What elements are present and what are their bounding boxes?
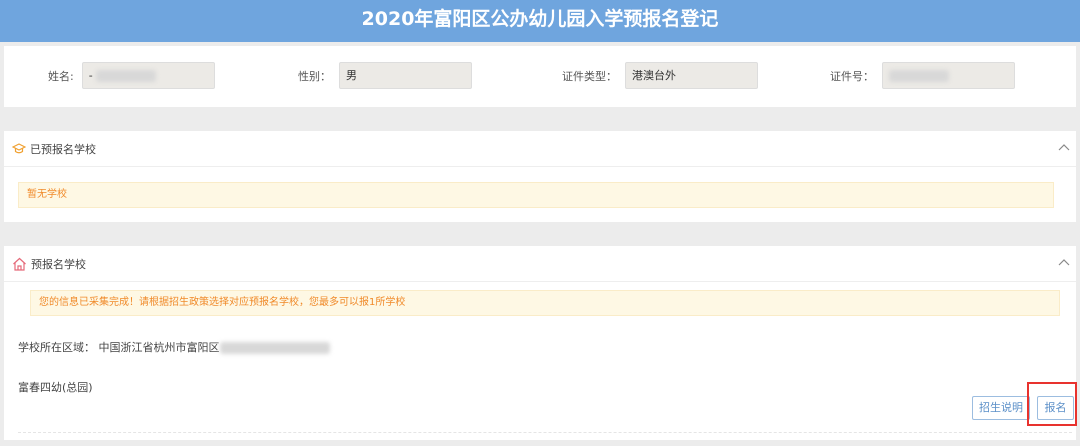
region-label: 学校所在区域：	[18, 341, 95, 354]
highlight-box	[1027, 382, 1077, 426]
admission-info-button[interactable]: 招生说明	[972, 396, 1030, 420]
name-input[interactable]: -	[81, 62, 215, 89]
redacted-mask	[889, 70, 949, 82]
name-field: 姓名: -	[48, 62, 215, 89]
redacted-mask	[96, 70, 157, 82]
apply-schools-panel: 预报名学校 您的信息已采集完成！请根据招生政策选择对应预报名学校，您最多可以报1…	[4, 246, 1076, 440]
name-label: 姓名:	[48, 69, 74, 83]
home-icon	[13, 257, 26, 271]
school-name: 富春四幼(总园)	[18, 381, 93, 394]
chevron-up-icon[interactable]	[1058, 258, 1070, 266]
panel-title: 已预报名学校	[30, 142, 96, 156]
id-number-input[interactable]	[882, 62, 1015, 89]
graduation-cap-icon	[12, 142, 26, 153]
divider	[18, 432, 1072, 433]
name-value: -	[88, 69, 93, 82]
redacted-mask	[219, 342, 330, 354]
panel-header: 已预报名学校	[4, 131, 1076, 167]
page-title: 2020年富阳区公办幼儿园入学预报名登记	[361, 8, 719, 30]
id-type-input[interactable]: 港澳台外	[625, 62, 758, 89]
panel-title: 预报名学校	[31, 257, 86, 271]
registered-schools-panel: 已预报名学校 暂无学校	[4, 131, 1076, 222]
id-type-field: 证件类型： 港澳台外	[562, 62, 758, 89]
info-notice: 您的信息已采集完成！请根据招生政策选择对应预报名学校，您最多可以报1所学校	[30, 290, 1060, 316]
gender-input[interactable]: 男	[339, 62, 472, 89]
id-number-label: 证件号：	[830, 69, 874, 83]
region-row: 学校所在区域： 中国浙江省杭州市富阳区	[18, 339, 330, 355]
gender-label: 性别：	[298, 69, 331, 83]
gender-field: 性别： 男	[298, 62, 472, 89]
id-type-label: 证件类型：	[562, 69, 617, 83]
page-header: 2020年富阳区公办幼儿园入学预报名登记	[0, 0, 1080, 42]
chevron-up-icon[interactable]	[1058, 143, 1070, 151]
no-school-notice: 暂无学校	[18, 182, 1054, 208]
student-info-panel: 姓名: - 性别： 男 证件类型： 港澳台外 证件号：	[4, 46, 1076, 107]
region-value: 中国浙江省杭州市富阳区	[98, 341, 220, 354]
panel-header: 预报名学校	[4, 246, 1076, 282]
id-number-field: 证件号：	[830, 62, 1015, 89]
